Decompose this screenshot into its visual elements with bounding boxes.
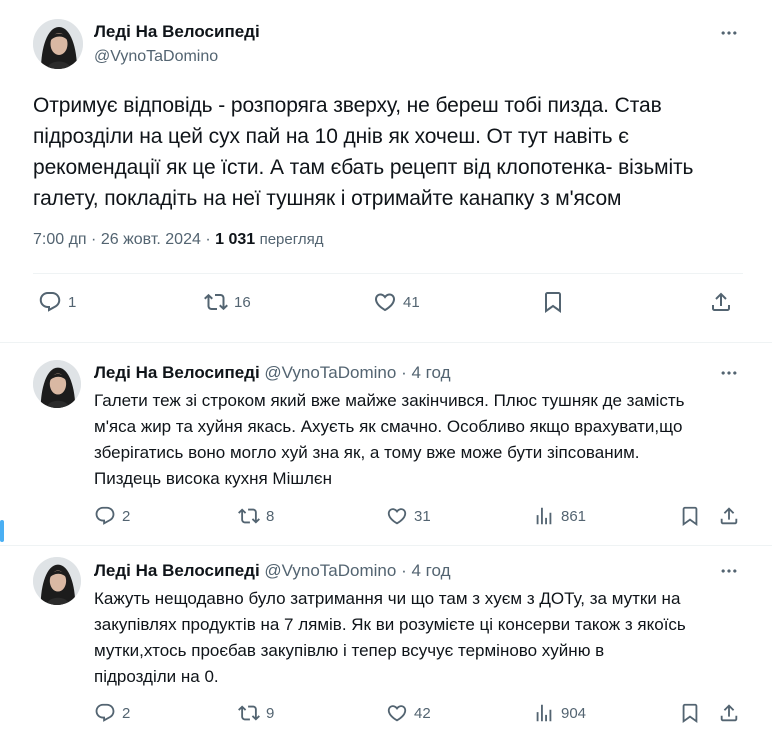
bookmark-button[interactable] [679, 505, 701, 527]
share-button[interactable] [718, 505, 740, 527]
tweet-time[interactable]: 7:00 дп [33, 231, 87, 248]
bookmark-icon [679, 505, 701, 527]
like-count: 31 [414, 507, 431, 525]
like-button[interactable]: 41 [373, 290, 420, 314]
views-icon [533, 702, 555, 724]
reply-button[interactable]: 1 [38, 290, 76, 314]
like-button[interactable]: 42 [386, 702, 431, 724]
divider [0, 342, 772, 343]
repost-icon [238, 702, 260, 724]
tweet-date[interactable]: 26 жовт. 2024 [101, 231, 201, 248]
repost-button[interactable]: 16 [204, 290, 251, 314]
main-tweet: Леді На Велосипеді @VynoTaDomino Отримує… [0, 0, 772, 342]
avatar[interactable] [33, 360, 81, 408]
tweet-text-line: Галети теж зі строком який вже майже зак… [94, 391, 685, 410]
bookmark-icon [679, 702, 701, 724]
share-button[interactable] [709, 290, 733, 314]
more-button[interactable] [716, 363, 742, 383]
avatar[interactable] [33, 19, 83, 69]
heart-icon [373, 290, 397, 314]
reply-count: 2 [122, 704, 131, 722]
views-button[interactable]: 904 [533, 702, 586, 724]
tweet-text: Отримує відповідь - розпоряга зверху, не… [33, 90, 743, 214]
tweet-time[interactable]: 4 год [411, 561, 450, 580]
share-icon [709, 290, 733, 314]
author-name[interactable]: Леді На Велосипеді [94, 561, 260, 580]
divider [33, 273, 743, 274]
repost-count: 9 [266, 704, 275, 722]
heart-icon [386, 505, 408, 527]
author-name[interactable]: Леді На Велосипеді [94, 363, 260, 382]
repost-button[interactable]: 9 [238, 702, 274, 724]
author-name[interactable]: Леді На Велосипеді [94, 22, 260, 42]
tweet-text: Галети теж зі строком який вже майже зак… [94, 388, 744, 492]
tweet-text: Кажуть нещодавно було затримання чи що т… [94, 586, 744, 690]
author-handle[interactable]: @VynoTaDomino [94, 48, 218, 66]
tweet-text-line: Отримує відповідь - розпоряга зверху, не… [33, 94, 662, 117]
repost-icon [204, 290, 228, 314]
avatar-image [33, 19, 83, 69]
repost-count: 16 [234, 293, 251, 311]
reply-icon [38, 290, 62, 314]
like-button[interactable]: 31 [386, 505, 431, 527]
more-button[interactable] [716, 23, 742, 43]
share-icon [718, 505, 740, 527]
share-button[interactable] [718, 702, 740, 724]
tweet-text-line: Пиздець висока кухня Мішлєн [94, 469, 332, 488]
views-icon [533, 505, 555, 527]
like-count: 41 [403, 293, 420, 311]
reply-header: Леді На Велосипеді @VynoTaDomino · 4 год [94, 561, 451, 581]
reply-icon [94, 505, 116, 527]
like-count: 42 [414, 704, 431, 722]
tweet-text-line: підрозділи на цей сух пай на 10 днів як … [33, 125, 629, 148]
meta-separator: · [205, 231, 211, 248]
meta-separator: · [91, 231, 97, 248]
reply-button[interactable]: 2 [94, 505, 130, 527]
tweet-text-line: рекомендації як це їсти. А там єбать рец… [33, 156, 694, 179]
tweet-text-line: зберігатись воно могло хуй зна як, а том… [94, 443, 640, 462]
author-handle[interactable]: @VynoTaDomino [264, 363, 396, 382]
views-count: 904 [561, 704, 587, 722]
reply-count: 2 [122, 507, 131, 525]
views-count: 861 [561, 507, 587, 525]
tweet-meta: 7:00 дп · 26 жовт. 2024 · 1 031 перегляд [33, 231, 324, 249]
avatar-image [33, 557, 81, 605]
reply-button[interactable]: 2 [94, 702, 130, 724]
more-icon [719, 23, 739, 43]
reply-header: Леді На Велосипеді @VynoTaDomino · 4 год [94, 363, 451, 383]
views-count: 1 031 [215, 231, 256, 248]
divider [0, 545, 772, 546]
avatar-image [33, 360, 81, 408]
tweet-time[interactable]: 4 год [411, 363, 450, 382]
author-handle[interactable]: @VynoTaDomino [264, 561, 396, 580]
tweet-text-line: м'яса жир та хуйня якась. Ахуєть як смач… [94, 417, 683, 436]
tweet-text-line: Кажуть нещодавно було затримання чи що т… [94, 589, 681, 608]
repost-count: 8 [266, 507, 275, 525]
avatar[interactable] [33, 557, 81, 605]
bookmark-button[interactable] [541, 290, 565, 314]
views-label: перегляд [259, 231, 324, 248]
more-button[interactable] [716, 561, 742, 581]
tweet-text-line: мутки,хтось проєбав закупівлю і тепер вс… [94, 641, 605, 660]
side-indicator [0, 520, 4, 542]
repost-icon [238, 505, 260, 527]
reply-icon [94, 702, 116, 724]
tweet-text-line: закупівлях продуктів на 7 лямів. Як ви р… [94, 615, 686, 634]
reply-count: 1 [68, 293, 77, 311]
views-button[interactable]: 861 [533, 505, 586, 527]
heart-icon [386, 702, 408, 724]
repost-button[interactable]: 8 [238, 505, 274, 527]
tweet-text-line: галету, покладіть на неї тушняк і отрима… [33, 187, 622, 210]
meta-separator: · [401, 363, 407, 382]
more-icon [719, 363, 739, 383]
bookmark-icon [541, 290, 565, 314]
share-icon [718, 702, 740, 724]
more-icon [719, 561, 739, 581]
bookmark-button[interactable] [679, 702, 701, 724]
meta-separator: · [401, 561, 407, 580]
tweet-text-line: підрозділи на 0. [94, 667, 219, 686]
